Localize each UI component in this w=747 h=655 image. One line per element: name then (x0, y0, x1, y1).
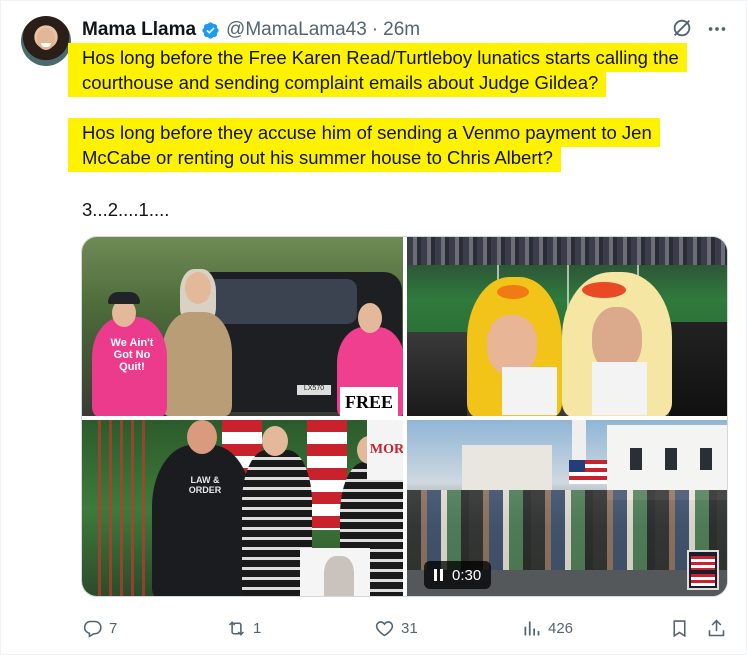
views-icon (524, 621, 540, 635)
fans-shape (407, 332, 467, 416)
person-shape: LAW & ORDER (152, 445, 252, 596)
cap-shape (108, 292, 140, 304)
more-icon[interactable] (706, 18, 728, 40)
shirt-shape (502, 367, 557, 415)
shirt-shape (592, 362, 647, 415)
person-shape: We Ain't Got No Quit! (92, 317, 167, 416)
beak-shape (497, 285, 529, 299)
shirt-text: We Ain't Got No Quit! (110, 337, 154, 373)
media-photo-2[interactable] (407, 237, 727, 416)
tweet-text: Hos long before the Free Karen Read/Turt… (82, 43, 722, 222)
bookmark-icon (673, 619, 686, 637)
photo-sign (300, 548, 370, 596)
views-button[interactable]: 426 (521, 613, 573, 643)
media-photo-3[interactable]: LAW & ORDER MOR (82, 420, 403, 596)
fans-shape (669, 322, 727, 416)
media-video[interactable]: 0:30 (407, 420, 727, 596)
repost-button[interactable]: 1 (226, 613, 261, 643)
repost-icon (228, 620, 245, 636)
highlighted-text-2: Hos long before they accuse him of sendi… (82, 118, 660, 172)
pause-icon[interactable] (434, 569, 444, 581)
video-duration: 0:30 (452, 566, 482, 584)
portrait-shape (324, 556, 354, 596)
american-flag (569, 460, 609, 484)
face-shape (487, 315, 537, 375)
tweet-paragraph-3: 3...2....1.... (82, 199, 170, 220)
highlighted-text-1: Hos long before the Free Karen Read/Turt… (82, 43, 687, 97)
separator-dot: · (371, 19, 379, 40)
flag-stars (569, 460, 585, 472)
window-shape (627, 445, 645, 473)
reply-icon (83, 620, 102, 638)
shirt-text: LAW & ORDER (188, 475, 222, 495)
beak-shape (582, 282, 626, 298)
avatar[interactable] (21, 16, 71, 66)
head-shape (185, 272, 211, 304)
protest-sign: FREE (340, 387, 398, 416)
video-duration-badge[interactable]: 0:30 (424, 561, 492, 589)
head-shape (187, 420, 217, 454)
windsock-shape (90, 420, 145, 596)
suv-window-shape (207, 279, 357, 324)
media-grid: LX570 We Ain't Got No Quit! FREE LAW & O… (81, 236, 728, 597)
repost-count: 1 (253, 619, 262, 637)
house-shape (607, 425, 727, 500)
action-bar: 7 1 31 426 (1, 613, 747, 643)
window-shape (662, 445, 680, 473)
bookmark-button[interactable] (669, 613, 690, 643)
flag-stripes (691, 574, 715, 586)
protest-sign: MOR (367, 420, 403, 480)
reply-count: 7 (109, 619, 118, 637)
media-photo-1[interactable]: LX570 We Ain't Got No Quit! FREE (82, 237, 403, 416)
author-name[interactable]: Mama Llama (82, 19, 196, 41)
like-button[interactable]: 31 (374, 613, 418, 643)
like-count: 31 (401, 619, 418, 637)
flag-patch-icon (687, 550, 719, 590)
tweet-paragraph-2: Hos long before they accuse him of sendi… (82, 118, 722, 172)
flag-stripes (691, 556, 715, 570)
building-shape (462, 445, 552, 490)
like-icon (375, 620, 394, 636)
head-shape (358, 303, 382, 333)
reply-button[interactable]: 7 (82, 613, 117, 643)
grok-icon[interactable] (671, 17, 693, 39)
tweet-header: Mama Llama @MamaLama43 · 26m (82, 19, 420, 41)
tweet-paragraph-1: Hos long before the Free Karen Read/Turt… (82, 43, 722, 97)
head-shape (262, 426, 288, 456)
stadium-stands (407, 237, 727, 265)
verified-badge-icon (202, 21, 219, 39)
author-handle[interactable]: @MamaLama43 (226, 19, 367, 41)
license-plate: LX570 (297, 385, 331, 395)
timestamp[interactable]: 26m (383, 19, 420, 41)
share-button[interactable] (706, 613, 727, 643)
steeple-shape (572, 420, 586, 460)
views-count: 426 (548, 619, 574, 637)
window-shape (697, 445, 715, 473)
tweet-card[interactable]: Mama Llama @MamaLama43 · 26m Hos long be… (0, 0, 747, 655)
share-icon (708, 619, 725, 636)
person-shape (162, 312, 232, 416)
